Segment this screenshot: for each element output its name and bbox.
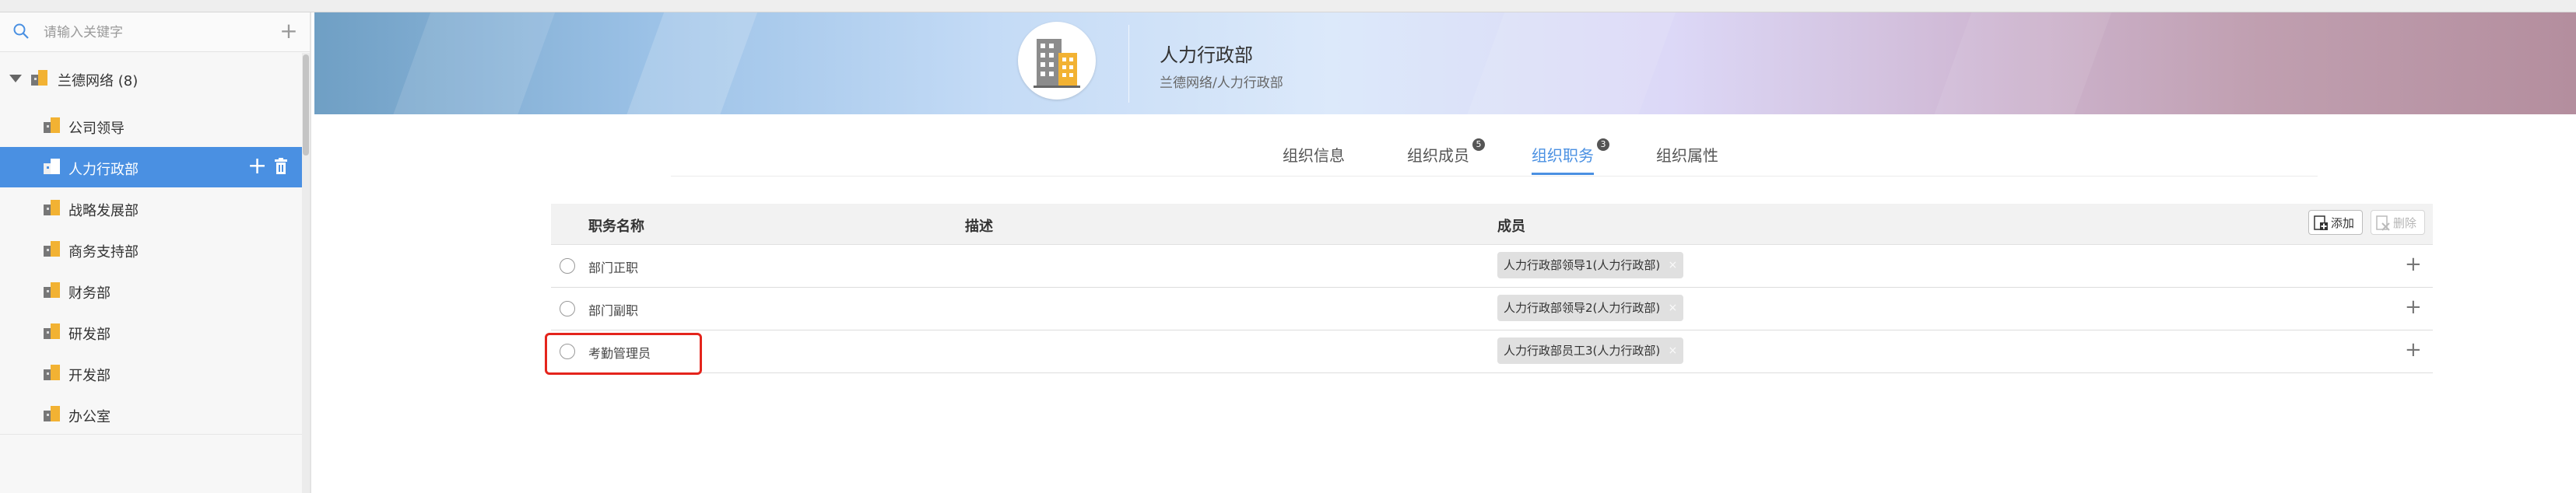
building-icon bbox=[44, 282, 61, 298]
tree-item-business-support[interactable]: 商务支持部 bbox=[0, 229, 302, 270]
tree-item-research[interactable]: 研发部 bbox=[0, 312, 302, 352]
building-icon bbox=[44, 241, 61, 257]
tree-divider bbox=[0, 434, 302, 435]
banner-facet bbox=[1920, 12, 2118, 114]
tab-org-members[interactable]: 组织成员 5 bbox=[1407, 138, 1485, 173]
caret-down-icon[interactable] bbox=[9, 75, 22, 82]
table-row: 部门副职 人力行政部领导2(人力行政部) × + bbox=[551, 288, 2433, 330]
member-tag-label: 人力行政部员工3(人力行政部) bbox=[1504, 344, 1661, 358]
department-path: 兰德网络/人力行政部 bbox=[1160, 75, 1283, 91]
button-label: 添加 bbox=[2331, 216, 2355, 230]
close-icon[interactable]: × bbox=[1669, 252, 1678, 278]
count-badge: 5 bbox=[1472, 138, 1485, 151]
tab-org-attributes[interactable]: 组织属性 bbox=[1656, 143, 1718, 173]
department-title: 人力行政部 bbox=[1160, 44, 1253, 66]
building-icon bbox=[44, 117, 61, 133]
tree-item-development[interactable]: 开发部 bbox=[0, 353, 302, 393]
tree-root-node[interactable]: 兰德网络 (8) bbox=[0, 59, 302, 98]
tab-label: 组织属性 bbox=[1656, 146, 1718, 165]
building-icon bbox=[44, 200, 61, 215]
add-member-button[interactable]: + bbox=[2405, 253, 2422, 276]
table-row: 考勤管理员 人力行政部员工3(人力行政部) × + bbox=[551, 330, 2433, 373]
tree-item-hr-admin[interactable]: 人力行政部 + bbox=[0, 147, 302, 187]
close-icon[interactable]: × bbox=[1669, 295, 1678, 321]
position-name: 部门正职 bbox=[588, 260, 639, 275]
tree-item-label: 财务部 bbox=[68, 285, 111, 302]
search-icon bbox=[13, 23, 29, 39]
table-header: 职务名称 描述 成员 添加 删除 bbox=[551, 204, 2433, 245]
tab-bar: 组织信息 组织成员 5 组织职务 3 组织属性 bbox=[671, 131, 2318, 177]
add-child-icon[interactable]: + bbox=[247, 152, 267, 180]
banner-facet bbox=[612, 12, 763, 114]
tree-item-label: 人力行政部 bbox=[68, 162, 139, 178]
tree-item-label: 公司领导 bbox=[68, 121, 125, 137]
close-icon[interactable]: × bbox=[1669, 337, 1678, 364]
building-icon bbox=[44, 406, 61, 421]
tree-item-label: 办公室 bbox=[68, 409, 111, 425]
building-icon bbox=[44, 159, 61, 174]
sidebar-scrollbar[interactable] bbox=[302, 53, 310, 493]
tree-item-label: 研发部 bbox=[68, 327, 111, 343]
position-name: 考勤管理员 bbox=[588, 346, 651, 361]
tab-label: 组织成员 bbox=[1407, 146, 1469, 165]
button-label: 删除 bbox=[2393, 216, 2417, 230]
tree-item-strategy[interactable]: 战略发展部 bbox=[0, 188, 302, 229]
banner-facet bbox=[1453, 12, 1682, 114]
department-avatar bbox=[1018, 22, 1096, 100]
trash-icon[interactable] bbox=[274, 158, 288, 175]
row-radio[interactable] bbox=[560, 258, 575, 274]
member-tag: 人力行政部领导2(人力行政部) × bbox=[1497, 295, 1684, 321]
department-banner: 人力行政部 兰德网络/人力行政部 bbox=[314, 12, 2576, 114]
search-input[interactable] bbox=[42, 20, 271, 45]
member-tag-label: 人力行政部领导2(人力行政部) bbox=[1504, 301, 1661, 315]
top-border bbox=[0, 0, 2576, 12]
tab-org-positions[interactable]: 组织职务 3 bbox=[1532, 138, 1609, 175]
tree-item-company-leaders[interactable]: 公司领导 bbox=[0, 106, 302, 146]
banner-divider bbox=[1128, 25, 1129, 103]
column-header-name: 职务名称 bbox=[588, 219, 644, 235]
tree-root-label: 兰德网络 (8) bbox=[58, 73, 139, 89]
add-position-button[interactable]: 添加 bbox=[2308, 210, 2363, 235]
tree-item-finance[interactable]: 财务部 bbox=[0, 271, 302, 311]
search-bar: + bbox=[0, 12, 310, 52]
delete-document-icon bbox=[2376, 215, 2390, 231]
position-name: 部门副职 bbox=[588, 303, 639, 318]
add-member-button[interactable]: + bbox=[2405, 295, 2422, 319]
add-member-button[interactable]: + bbox=[2405, 338, 2422, 362]
scrollbar-thumb[interactable] bbox=[303, 54, 309, 156]
count-badge: 3 bbox=[1597, 138, 1609, 151]
tab-org-info[interactable]: 组织信息 bbox=[1283, 143, 1345, 173]
tree-item-label: 战略发展部 bbox=[68, 203, 139, 219]
member-tag-label: 人力行政部领导1(人力行政部) bbox=[1504, 258, 1661, 272]
delete-position-button[interactable]: 删除 bbox=[2371, 210, 2425, 235]
building-icon bbox=[31, 70, 48, 86]
add-document-icon bbox=[2314, 215, 2328, 230]
member-tag: 人力行政部领导1(人力行政部) × bbox=[1497, 252, 1684, 278]
tree-item-office[interactable]: 办公室 bbox=[0, 394, 302, 435]
office-building-icon bbox=[1034, 39, 1080, 88]
add-org-button[interactable]: + bbox=[277, 20, 300, 44]
column-header-description: 描述 bbox=[965, 219, 993, 235]
row-radio[interactable] bbox=[560, 301, 575, 316]
member-tag: 人力行政部员工3(人力行政部) × bbox=[1497, 337, 1684, 364]
tree-item-label: 商务支持部 bbox=[68, 244, 139, 260]
row-radio[interactable] bbox=[560, 344, 575, 359]
building-icon bbox=[44, 323, 61, 339]
column-header-members: 成员 bbox=[1497, 219, 1525, 235]
org-tree-sidebar: + 兰德网络 (8) 公司领导 人力行政部 + 战略发展部 商务支持部 财务部 bbox=[0, 12, 311, 493]
tree-item-label: 开发部 bbox=[68, 368, 111, 384]
tab-label: 组织职务 bbox=[1532, 146, 1594, 165]
tab-label: 组织信息 bbox=[1283, 146, 1345, 165]
banner-facet bbox=[379, 12, 561, 114]
table-row: 部门正职 人力行政部领导1(人力行政部) × + bbox=[551, 245, 2433, 288]
building-icon bbox=[44, 365, 61, 380]
